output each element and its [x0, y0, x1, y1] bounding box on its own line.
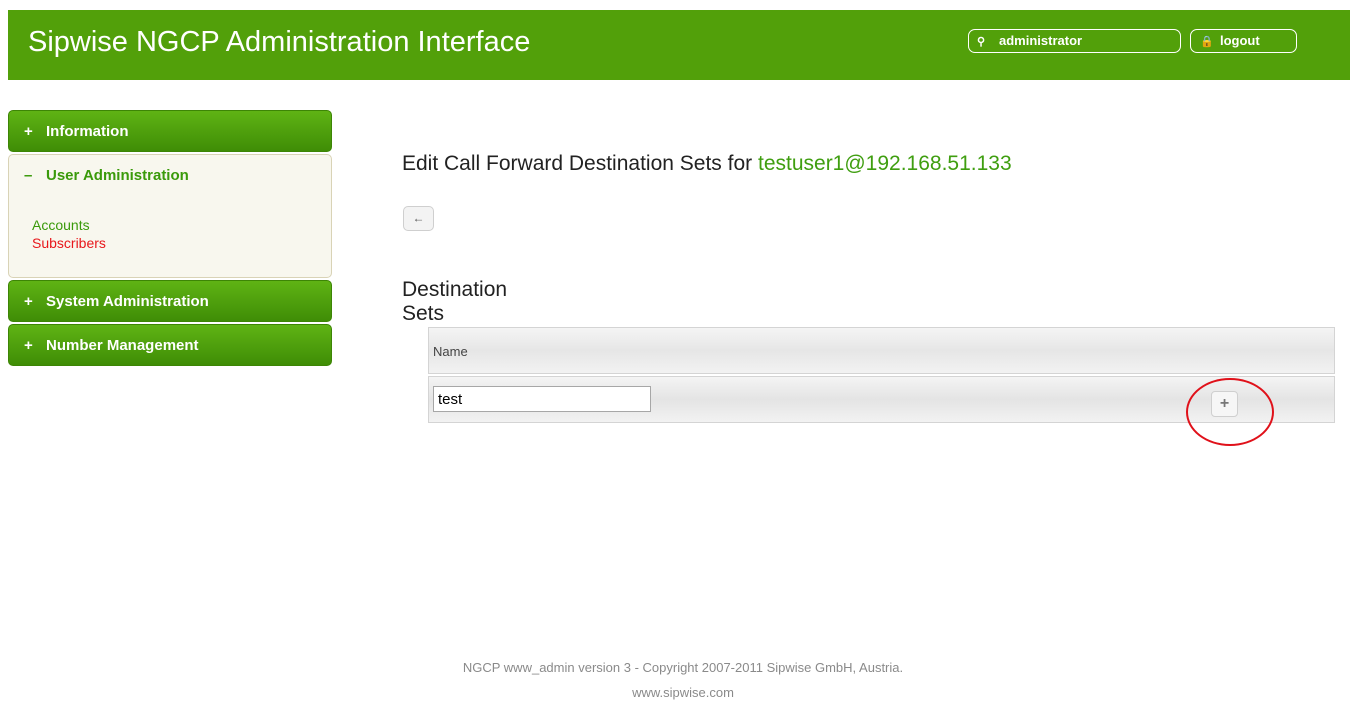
column-header-name: Name — [433, 344, 468, 359]
page-title-subscriber: testuser1@192.168.51.133 — [757, 152, 1012, 175]
page-title-prefix: Edit Call Forward Destination Sets for — [402, 152, 753, 175]
section-title: Destination Sets — [402, 278, 508, 325]
sidebar-item-label: User Administration — [46, 167, 189, 184]
sidebar-item-information[interactable]: + Information — [8, 110, 332, 152]
expand-icon: + — [24, 293, 33, 310]
table-row: + — [428, 376, 1335, 423]
current-user-label: administrator — [999, 33, 1083, 48]
current-user-button[interactable]: ⚲ administrator — [968, 29, 1181, 53]
sidebar-item-user-administration[interactable]: – User Administration — [9, 155, 331, 197]
expand-icon: + — [24, 337, 33, 354]
expand-icon: + — [24, 123, 33, 140]
destination-set-name-input[interactable] — [433, 386, 651, 412]
sidebar-item-number-management[interactable]: + Number Management — [8, 324, 332, 366]
sidebar-item-label: System Administration — [46, 293, 209, 310]
sidebar-item-label: Number Management — [46, 337, 199, 354]
arrow-left-icon: ← — [412, 211, 425, 225]
page-title: Edit Call Forward Destination Sets for t… — [402, 152, 1202, 176]
app-header: Sipwise NGCP Administration Interface ⚲ a… — [8, 10, 1350, 80]
destination-sets-table: Name + — [428, 327, 1335, 423]
add-destination-set-button[interactable]: + — [1211, 391, 1238, 417]
sidebar-link-subscribers[interactable]: Subscribers — [32, 234, 331, 252]
footer-copyright: NGCP www_admin version 3 - Copyright 200… — [462, 660, 904, 675]
user-icon: ⚲ — [977, 36, 986, 48]
lock-icon: 🔒 — [1200, 36, 1214, 48]
logout-button[interactable]: 🔒 logout — [1190, 29, 1297, 53]
footer-website: www.sipwise.com — [632, 685, 734, 700]
sidebar-item-system-administration[interactable]: + System Administration — [8, 280, 332, 322]
sidebar-item-label: Information — [46, 123, 129, 140]
sidebar-link-accounts[interactable]: Accounts — [32, 216, 331, 234]
back-button[interactable]: ← — [403, 206, 434, 231]
table-header: Name — [428, 327, 1335, 374]
app-title: Sipwise NGCP Administration Interface — [28, 26, 531, 58]
collapse-icon: – — [24, 167, 33, 184]
plus-icon: + — [1219, 395, 1230, 412]
sidebar-nav: + Information – User Administration Accoun… — [8, 110, 332, 368]
sidebar-submenu: Accounts Subscribers — [9, 197, 331, 252]
footer: NGCP www_admin version 3 - Copyright 200… — [0, 655, 1350, 705]
sidebar-section-user-administration: – User Administration Accounts Subscriber… — [8, 154, 332, 278]
logout-label: logout — [1220, 33, 1260, 48]
